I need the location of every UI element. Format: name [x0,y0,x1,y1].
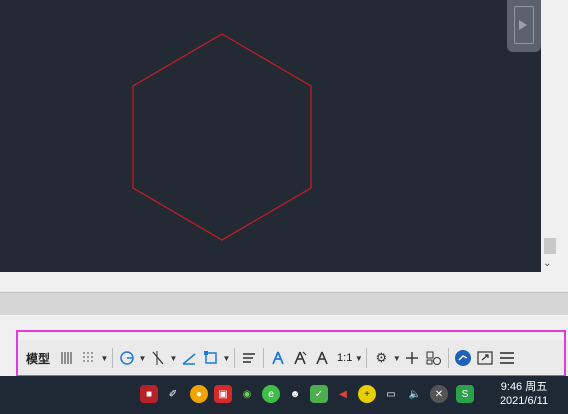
game-tray-icon[interactable]: ● [190,385,208,403]
taskbar-date[interactable]: 2021/6/11 [490,395,558,407]
office-tray-icon[interactable]: ▣ [214,385,232,403]
wechat-icon[interactable]: ◉ [238,385,256,403]
play-icon [519,20,527,30]
close-circle-icon[interactable]: ✕ [430,385,448,403]
security-shield-icon[interactable]: ✓ [310,385,328,403]
speaker-mute-icon[interactable]: ◀ [334,385,352,403]
app-tray-icon[interactable]: ■ [140,385,158,403]
layout-tab-bar [0,292,568,315]
browser-tray-icon[interactable]: e [262,385,280,403]
s-app-icon[interactable]: S [456,385,474,403]
add-tray-icon[interactable]: + [358,385,376,403]
network-icon[interactable]: ▭ [382,385,400,403]
volume-icon[interactable]: 🔈 [406,385,424,403]
view-cube[interactable] [507,0,541,52]
pen-tray-icon[interactable]: ✐ [164,385,182,403]
taskbar-time[interactable]: 9:46 周五 [494,378,554,394]
status-bar-highlight [16,330,566,377]
windows-taskbar [0,376,568,414]
hexagon-shape[interactable] [132,33,312,241]
scrollbar-thumb[interactable] [544,238,556,254]
vertical-scrollbar[interactable]: ⌄ [541,0,568,272]
command-area [0,272,541,292]
drawing-canvas[interactable] [0,0,541,272]
qq-icon[interactable]: ☻ [286,385,304,403]
drawing-svg [132,33,312,241]
scroll-down-icon[interactable]: ⌄ [543,258,551,269]
